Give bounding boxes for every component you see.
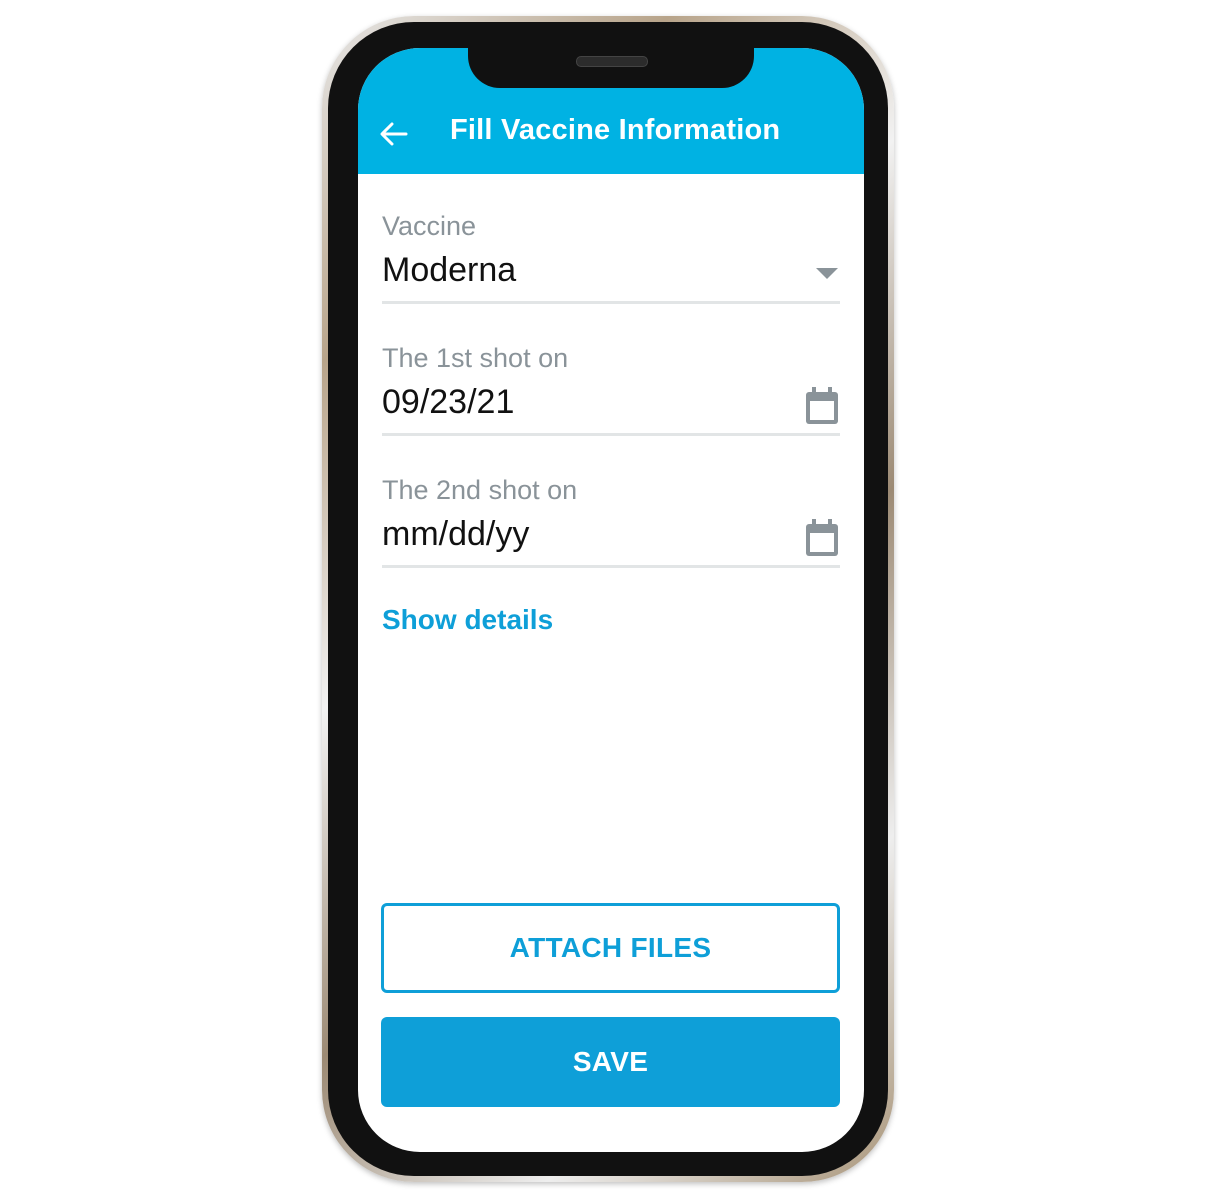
second-shot-date-field[interactable]: The 2nd shot on mm/dd/yy [382,474,840,570]
first-shot-value: 09/23/21 [382,383,515,421]
second-shot-underline [382,565,840,568]
first-shot-label: The 1st shot on [382,343,569,373]
first-shot-underline [382,433,840,436]
calendar-icon[interactable] [804,386,840,426]
back-button[interactable] [378,118,410,150]
page-title: Fill Vaccine Information [450,114,781,146]
first-shot-date-field[interactable]: The 1st shot on 09/23/21 [382,342,840,438]
second-shot-label: The 2nd shot on [382,475,578,505]
calendar-icon[interactable] [804,518,840,558]
arrow-left-icon [380,122,408,146]
vaccine-select[interactable]: Vaccine Moderna [382,210,840,306]
vaccine-underline [382,301,840,304]
phone-screen: Fill Vaccine Information Vaccine Moderna… [358,48,864,1152]
app-bar: Fill Vaccine Information [358,48,864,174]
speaker-grille [576,56,648,67]
second-shot-placeholder: mm/dd/yy [382,515,530,553]
save-button[interactable]: SAVE [381,1017,840,1107]
dropdown-triangle-icon [816,268,838,279]
notch [468,48,754,88]
vaccine-value: Moderna [382,251,517,289]
attach-files-button[interactable]: ATTACH FILES [381,903,840,993]
vaccine-label: Vaccine [382,211,477,241]
show-details-link[interactable]: Show details [382,604,553,636]
